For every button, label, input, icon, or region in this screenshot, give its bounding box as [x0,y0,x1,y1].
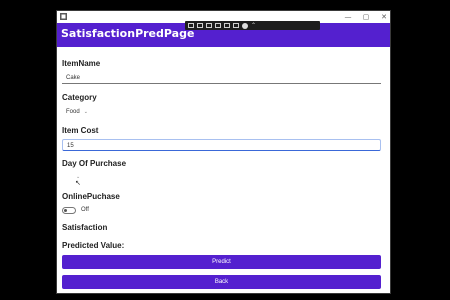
online-purchase-label: OnlinePuchase [62,192,120,201]
chevron-down-icon: ⌄ [83,109,88,115]
predict-button[interactable]: Predict [62,255,381,269]
scaling-icon[interactable] [233,23,239,28]
display-layout-icon[interactable] [206,23,212,28]
back-button[interactable]: Back [62,275,381,289]
online-purchase-switch[interactable] [62,207,76,214]
category-label: Category [62,93,97,102]
page-title: SatisfactionPredPage [61,27,195,40]
day-of-purchase-label: Day Of Purchase [62,159,127,168]
maximize-button[interactable]: ▢ [362,11,370,23]
predicted-value-label: Predicted Value: [62,241,125,250]
binding-failures-icon[interactable] [224,23,230,28]
mouse-cursor-icon: ↖ [75,179,81,187]
live-preview-icon[interactable] [197,23,203,28]
app-window: — ▢ ✕ SatisfactionPredPage ⌃ ItemName Ca… [56,10,391,294]
select-element-icon[interactable] [188,23,194,28]
category-picker[interactable]: Food ⌄ [66,109,88,115]
track-focus-icon[interactable] [215,23,221,28]
satisfaction-label: Satisfaction [62,223,108,232]
item-cost-label: Item Cost [62,126,99,135]
close-button[interactable]: ✕ [380,11,388,23]
collapse-toolbar-icon[interactable]: ⌃ [251,22,256,29]
hot-reload-status-icon[interactable] [242,22,248,29]
switch-knob [64,209,67,212]
minimize-button[interactable]: — [344,11,352,23]
item-name-label: ItemName [62,59,101,68]
online-purchase-state: Off [81,207,89,213]
item-name-input[interactable]: Cake [62,72,381,84]
item-cost-input[interactable]: 15 [62,139,381,151]
category-selected: Food [66,109,80,115]
window-controls: — ▢ ✕ [344,11,388,23]
app-icon [60,13,67,20]
debug-toolbar: ⌃ [185,21,320,30]
